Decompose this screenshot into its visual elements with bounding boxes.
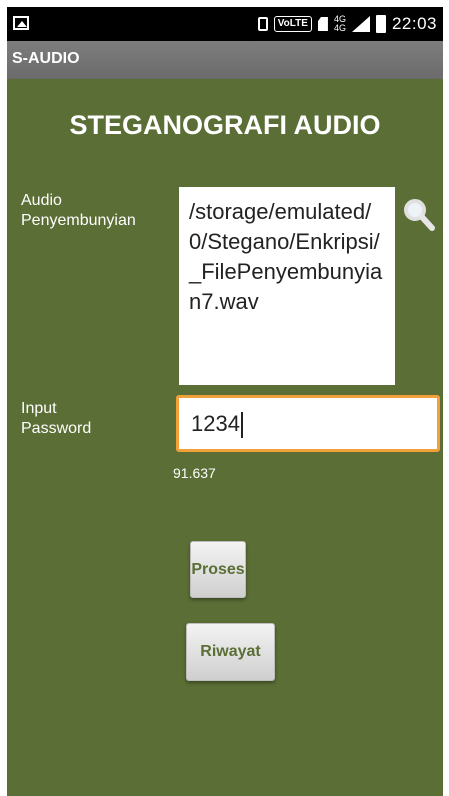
network-type-down: 4G (333, 23, 346, 33)
signal-icon (351, 16, 370, 32)
password-input[interactable]: 1234 (176, 395, 440, 452)
audio-label: Audio Penyembunyian (21, 191, 136, 231)
status-icons: VoLTE 4G 4G 22:03 (257, 7, 437, 41)
proses-button[interactable]: Proses (190, 541, 246, 598)
clock: 22:03 (391, 14, 437, 33)
text-cursor (240, 412, 243, 439)
volte-badge: VoLTE (273, 16, 312, 32)
audio-label-line1: Audio (21, 192, 62, 209)
value-text: 91.637 (173, 465, 216, 481)
network-type-icon: 4G 4G (334, 15, 346, 33)
gallery-notification-icon (13, 16, 29, 30)
password-label-line1: Input (21, 400, 57, 417)
app-screen: VoLTE 4G 4G 22:03 S-AUDIO STEGANOGRAFI AU… (7, 7, 443, 796)
vibrate-icon (257, 17, 268, 31)
battery-icon (375, 15, 386, 33)
password-label-line2: Password (21, 420, 92, 437)
audio-label-line2: Penyembunyian (21, 212, 136, 229)
sim-icon (317, 17, 328, 31)
app-title: S-AUDIO (12, 50, 80, 67)
password-label: Input Password (21, 399, 91, 439)
audio-path-field[interactable]: /storage/emulated/0/Stegano/Enkripsi/_Fi… (179, 187, 395, 385)
status-bar: VoLTE 4G 4G 22:03 (7, 7, 443, 41)
page-title: STEGANOGRAFI AUDIO (69, 110, 381, 140)
password-value: 1234 (191, 411, 240, 436)
app-title-bar: S-AUDIO (7, 41, 443, 79)
riwayat-button[interactable]: Riwayat (186, 623, 275, 681)
search-icon[interactable] (402, 197, 436, 233)
